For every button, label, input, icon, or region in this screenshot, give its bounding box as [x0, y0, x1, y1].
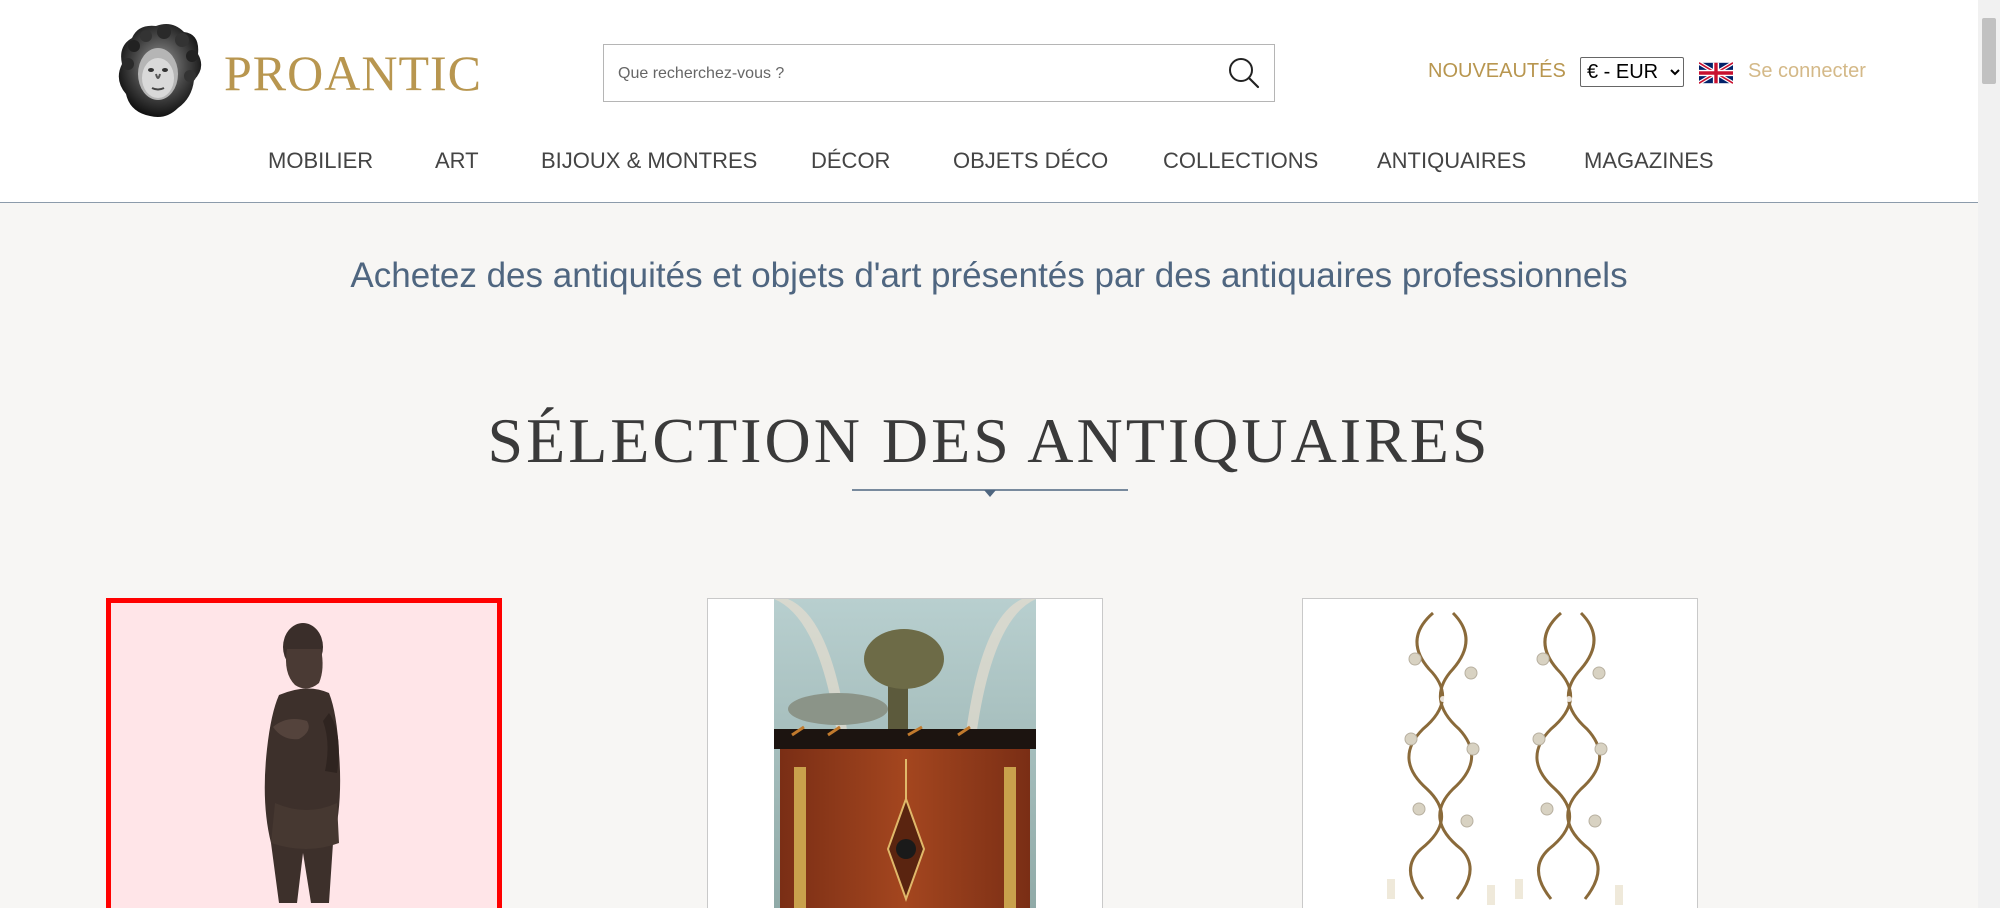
statue-image	[264, 623, 341, 903]
scrollbar-thumb[interactable]	[1982, 18, 1996, 84]
cabinet-image	[774, 599, 1036, 908]
product-card-chandeliers[interactable]	[1302, 598, 1698, 908]
site-header: PROANTIC NOUVEAUTÉS € - EUR Se connecter…	[0, 0, 1978, 203]
nav-item-bijoux-montres[interactable]: BIJOUX & MONTRES	[541, 148, 757, 174]
section-title: SÉLECTION DES ANTIQUAIRES	[487, 405, 1491, 476]
nav-item-magazines[interactable]: MAGAZINES	[1584, 148, 1714, 174]
nav-item-mobilier[interactable]: MOBILIER	[268, 148, 373, 174]
bust-logo-icon[interactable]	[112, 20, 208, 122]
nav-item-objets-deco[interactable]: OBJETS DÉCO	[953, 148, 1108, 174]
chandeliers-image	[1387, 611, 1623, 905]
brand-name[interactable]: PROANTIC	[224, 44, 482, 102]
search-bar	[603, 44, 1275, 103]
nav-item-antiquaires[interactable]: ANTIQUAIRES	[1377, 148, 1526, 174]
nav-item-art[interactable]: ART	[435, 148, 479, 174]
product-card-statue[interactable]	[106, 598, 502, 908]
search-icon[interactable]	[1224, 53, 1264, 93]
login-link[interactable]: Se connecter	[1748, 60, 1866, 83]
vertical-scrollbar[interactable]	[1978, 0, 2000, 908]
uk-flag-icon[interactable]	[1699, 60, 1733, 86]
nav-item-decor[interactable]: DÉCOR	[811, 148, 890, 174]
nav-item-collections[interactable]: COLLECTIONS	[1163, 148, 1318, 174]
main-nav: MOBILIER ART BIJOUX & MONTRES DÉCOR OBJE…	[0, 148, 1978, 180]
currency-select[interactable]: € - EUR	[1580, 57, 1684, 87]
product-card-cabinet[interactable]	[707, 598, 1103, 908]
page: PROANTIC NOUVEAUTÉS € - EUR Se connecter…	[0, 0, 1978, 908]
tagline: Achetez des antiquités et objets d'art p…	[350, 256, 1628, 295]
search-input[interactable]	[616, 45, 1200, 103]
title-divider	[852, 489, 1128, 497]
new-arrivals-link[interactable]: NOUVEAUTÉS	[1428, 60, 1566, 83]
